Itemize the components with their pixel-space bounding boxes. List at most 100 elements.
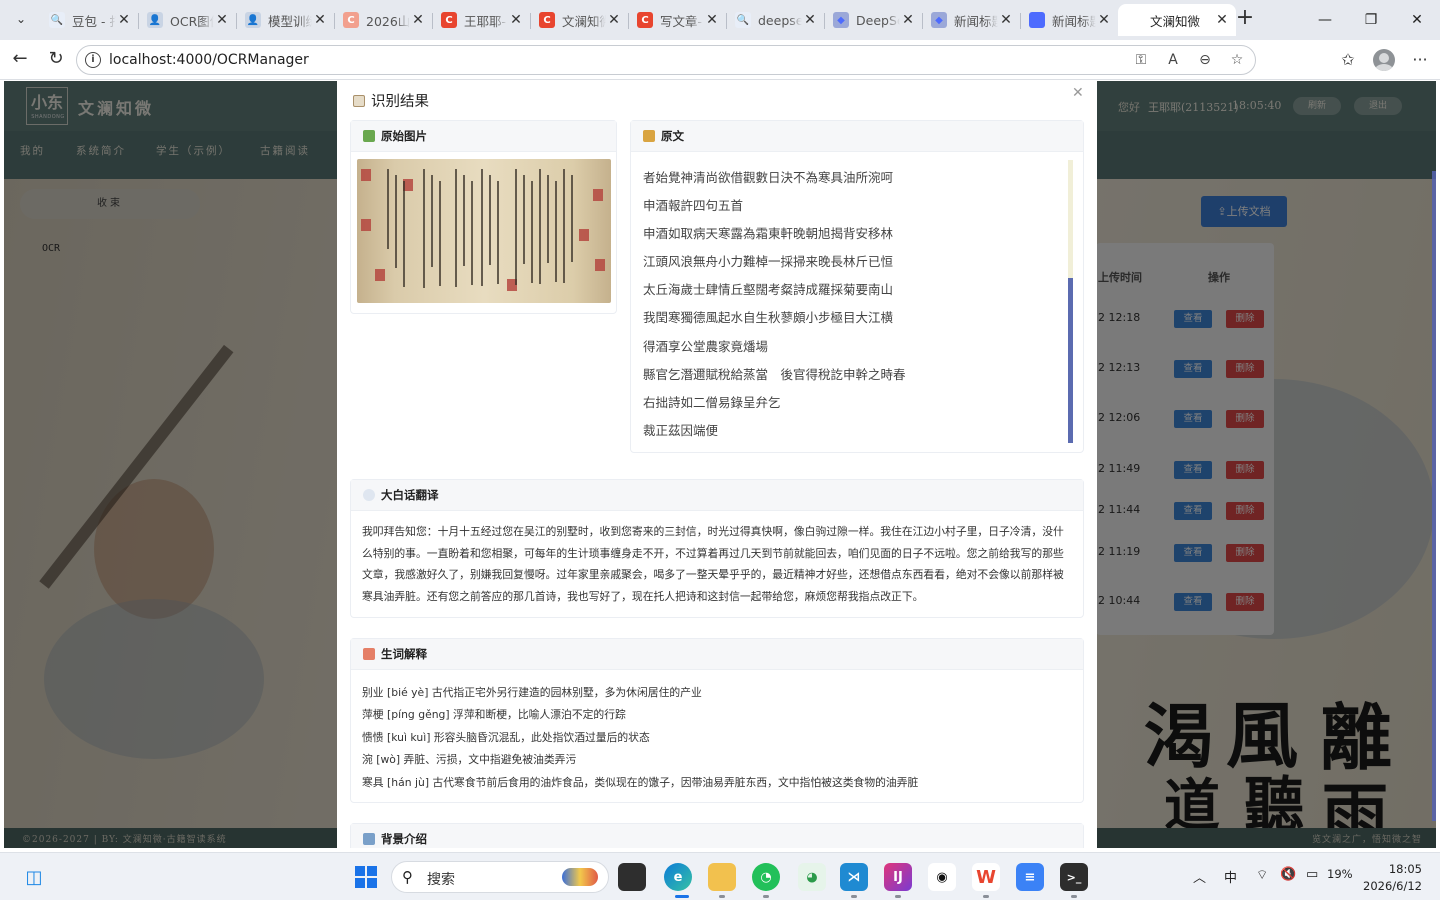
wifi-icon[interactable]: ⌔ (1256, 867, 1268, 883)
calligraphy-column-stroke (515, 169, 517, 285)
edge-browser-icon[interactable]: e (664, 863, 692, 891)
tab-actions-menu-icon[interactable]: ⌄ (8, 6, 34, 32)
calligraphy-column-stroke (571, 175, 573, 262)
tab-favicon-icon: C (539, 12, 555, 28)
widgets-icon[interactable]: ◫ (20, 863, 48, 891)
favorites-icon[interactable]: ✩ (1336, 48, 1360, 72)
maximize-window-icon[interactable]: ❐ (1348, 0, 1394, 40)
browser-tab[interactable]: C 文澜知微 ✕ (530, 4, 628, 36)
tab-close-icon[interactable]: ✕ (312, 12, 328, 28)
browser-tab[interactable]: 🔍 deepseek✕ (726, 4, 824, 36)
browser-tab[interactable]: 🔍 豆包 - 打 ✕ (40, 4, 138, 36)
tab-title: 新闻标题 (954, 13, 998, 29)
tab-close-icon[interactable]: ✕ (508, 12, 524, 28)
running-app-indicator (983, 895, 989, 898)
page-scrollbar[interactable] (1432, 171, 1436, 821)
tab-close-icon[interactable]: ✕ (214, 12, 230, 28)
translate-icon[interactable]: A (1163, 50, 1183, 70)
glossary-title: 生词解释 (381, 647, 427, 661)
original-text-card: 原文 者始覺神清尚欲借觀數日決不為寒具油所涴呵 申酒報許四句五首 申酒如取病天寒露為… (630, 120, 1084, 453)
original-text-scroll-thumb[interactable] (1068, 278, 1073, 443)
intellij-idea-icon[interactable]: IJ (884, 863, 912, 891)
tab-close-icon[interactable]: ✕ (606, 12, 622, 28)
tab-close-icon[interactable]: ✕ (1096, 12, 1112, 28)
tray-overflow-chevron-icon[interactable]: ︿ (1193, 867, 1206, 886)
wechat-icon[interactable]: ◔ (752, 863, 780, 891)
terminal-icon[interactable]: >_ (1060, 863, 1088, 891)
browser-tab[interactable]: ◆ DeepSeek✕ (824, 4, 922, 36)
task-view-icon[interactable] (618, 863, 646, 891)
vscode-icon[interactable]: ⋊ (840, 863, 868, 891)
close-icon[interactable]: ✕ (1072, 85, 1084, 101)
calligraphy-column-stroke (489, 175, 491, 265)
original-text-line: 太丘海歲士肆情丘壑闊考粲詩成羅採菊要南山 (643, 282, 894, 298)
tab-title: 文澜知微 (562, 13, 606, 29)
address-bar[interactable]: i localhost:4000/OCRManager ⚿ A ⊖ ☆ (76, 45, 1256, 75)
browser-tab[interactable]: 👤 模型训练 ✕ (236, 4, 334, 36)
profile-avatar[interactable] (1373, 49, 1395, 71)
tab-close-icon[interactable]: ✕ (900, 12, 916, 28)
original-text-line: 我閏寒獨德風起水自生秋蓼頗小步極目大江横 (643, 310, 894, 326)
tab-close-icon[interactable]: ✕ (998, 12, 1014, 28)
dialog-title: 识别结果 (353, 90, 429, 111)
translation-title: 大白话翻译 (381, 488, 439, 502)
wps-office-icon[interactable]: W (972, 863, 1000, 891)
original-text-line: 江頭风浪無舟小力難棹一採掃来晚長林斤已恒 (643, 254, 894, 270)
original-image-card: 原始图片 (350, 120, 617, 314)
seal-stamp (375, 269, 385, 281)
original-calligraphy-image[interactable] (357, 159, 611, 303)
windows-taskbar: ◫ ⚲ 搜索 e ◔ ◕ ⋊ IJ ◉ W ≡ >_ ︿ 中 ⌔ 🔇 ▭ 19%… (0, 852, 1440, 900)
glossary-header: 生词解释 (351, 639, 1083, 670)
new-tab-button[interactable]: + (1234, 7, 1256, 30)
tab-title: 新闻标题 (1052, 13, 1096, 29)
glossary-list: 别业 [bié yè] 古代指正宅外另行建造的园林别墅，多为休闲居住的产业 萍梗 … (362, 682, 918, 794)
dialog-title-text: 识别结果 (371, 94, 429, 110)
calligraphy-column-stroke (403, 181, 405, 287)
ime-indicator[interactable]: 中 (1224, 867, 1237, 886)
original-image-title: 原始图片 (381, 129, 427, 143)
tab-favicon-icon: C (441, 12, 457, 28)
chat-bot-icon[interactable]: ◕ (798, 863, 826, 891)
url-text[interactable]: localhost:4000/OCRManager (109, 52, 309, 68)
tab-close-icon[interactable]: ✕ (410, 12, 426, 28)
tab-favicon-icon: 🔍 (735, 12, 751, 28)
browser-tab[interactable]: 文澜知微 ✕ (1118, 4, 1236, 36)
memo-icon (363, 648, 375, 660)
browser-tab[interactable]: C 写文章- ✕ (628, 4, 726, 36)
calligraphy-column-stroke (387, 169, 389, 249)
ocr-result-dialog: 识别结果 ✕ 原始图片 原文 者始覺神清尚欲借觀數日決不為寒具油所涴呵 申酒報許四… (337, 81, 1097, 848)
favorite-star-icon[interactable]: ☆ (1227, 50, 1247, 70)
volume-muted-icon[interactable]: 🔇 (1280, 867, 1296, 882)
browser-tab[interactable]: 👤 OCR图像✕ (138, 4, 236, 36)
tab-favicon-icon: C (637, 12, 653, 28)
taskbar-search[interactable]: ⚲ 搜索 (391, 861, 609, 893)
battery-icon[interactable]: ▭ (1306, 867, 1318, 882)
minimize-window-icon[interactable]: — (1302, 0, 1348, 40)
browser-tab[interactable]: C 2026山东✕ (334, 4, 432, 36)
close-window-icon[interactable]: ✕ (1394, 0, 1440, 40)
site-info-icon[interactable]: i (85, 52, 101, 68)
tab-favicon-icon: 👤 (147, 12, 163, 28)
calligraphy-column-stroke (395, 175, 397, 268)
glossary-entry: 涴 [wò] 弄脏、污损，文中指避免被油类弄污 (362, 753, 577, 767)
more-menu-icon[interactable]: ··· (1408, 48, 1432, 72)
clipboard-icon (353, 94, 365, 107)
back-arrow-icon[interactable]: ← (8, 48, 32, 72)
browser-tab[interactable]: ◆ 新闻标题 ✕ (1020, 4, 1118, 36)
browser-tab[interactable]: ◆ 新闻标题 ✕ (922, 4, 1020, 36)
file-explorer-icon[interactable] (708, 863, 736, 891)
tab-close-icon[interactable]: ✕ (116, 12, 132, 28)
tab-title: deepseek (758, 12, 802, 28)
start-windows-icon[interactable] (352, 863, 380, 891)
tab-close-icon[interactable]: ✕ (704, 12, 720, 28)
tab-close-icon[interactable]: ✕ (802, 12, 818, 28)
tab-favicon-icon: 🔍 (49, 12, 65, 28)
notepad-icon[interactable]: ≡ (1016, 863, 1044, 891)
password-key-icon[interactable]: ⚿ (1131, 50, 1151, 70)
tab-close-icon[interactable]: ✕ (1214, 12, 1230, 28)
zoom-icon[interactable]: ⊖ (1195, 50, 1215, 70)
refresh-icon[interactable]: ↻ (44, 48, 68, 72)
panda-app-icon[interactable]: ◉ (928, 863, 956, 891)
tab-title: 模型训练 (268, 13, 312, 29)
browser-tab[interactable]: C 王耶耶- ✕ (432, 4, 530, 36)
